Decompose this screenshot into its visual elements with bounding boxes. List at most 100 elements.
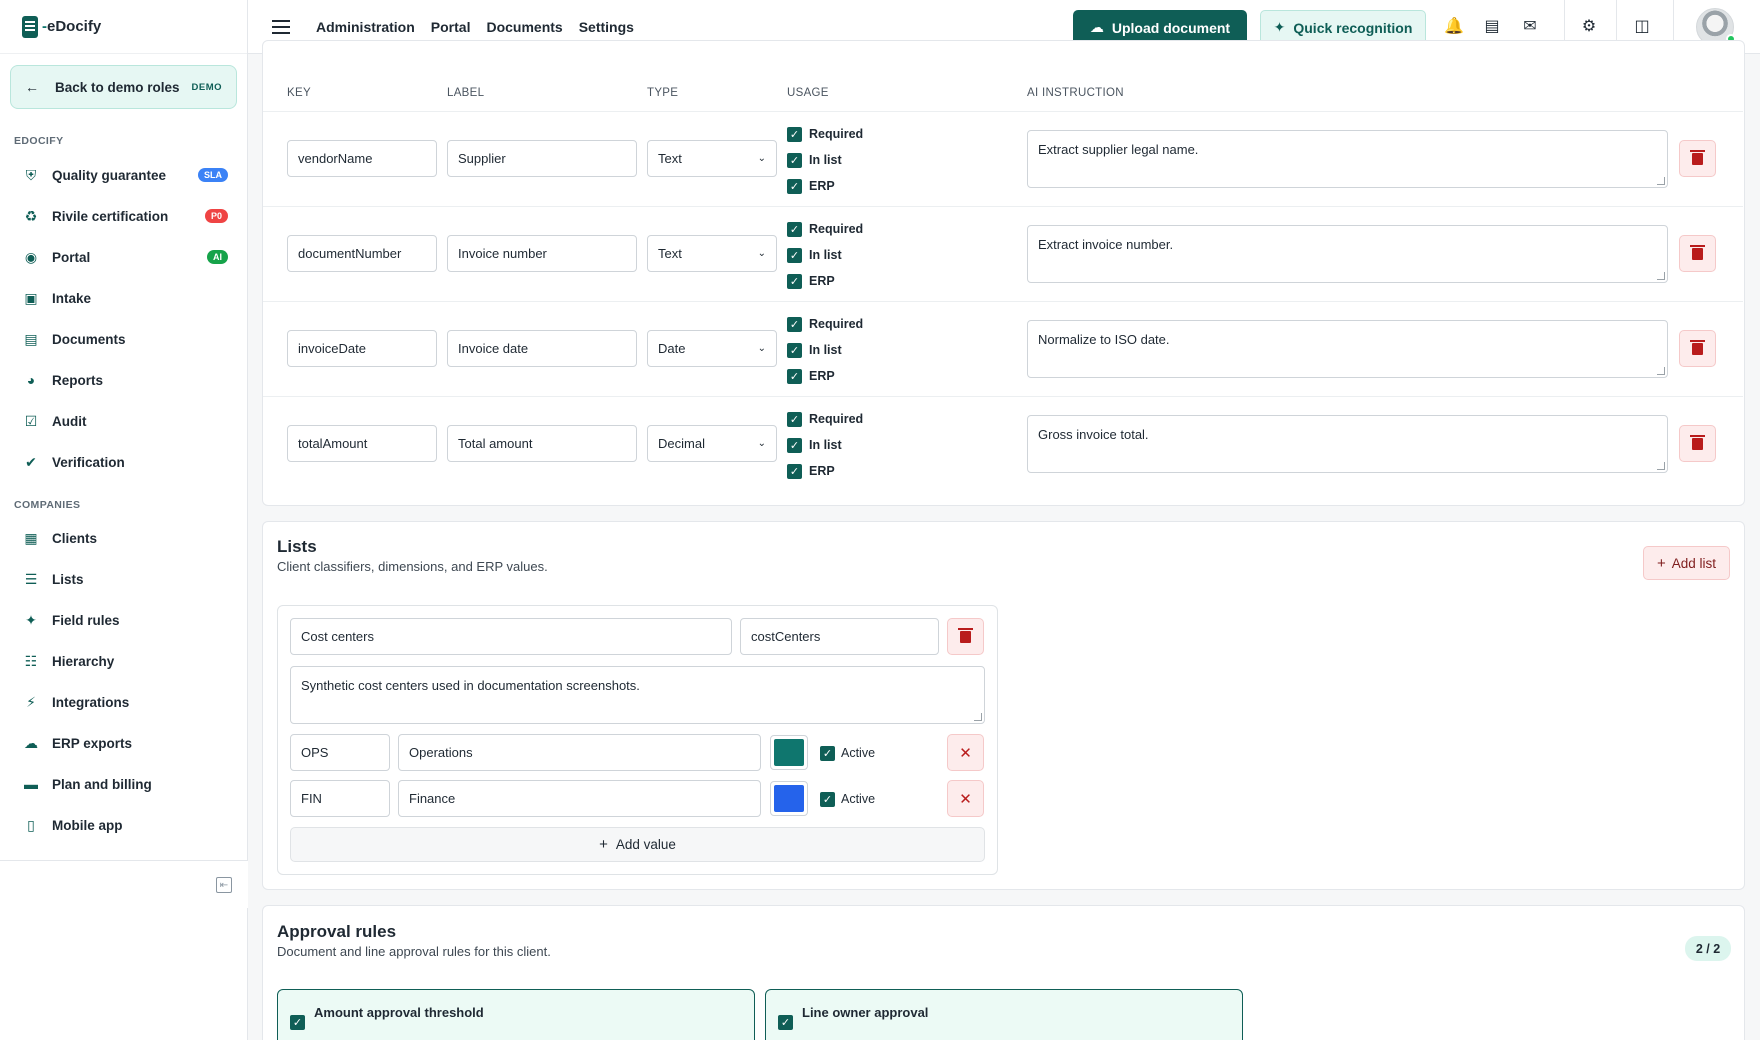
in-list-label: In list [809, 438, 842, 452]
lists-title: Lists [277, 537, 317, 556]
rule-enabled-checkbox[interactable]: ✓ [290, 1015, 305, 1030]
required-checkbox[interactable]: ✓ [787, 222, 802, 237]
field-label-input[interactable]: Invoice number [447, 235, 637, 272]
approval-rule-card[interactable]: ✓ Amount approval threshold [277, 989, 755, 1040]
approval-rule-card[interactable]: ✓ Line owner approval [765, 989, 1243, 1040]
remove-value-button[interactable]: ✕ [947, 734, 984, 771]
in-list-checkbox[interactable]: ✓ [787, 153, 802, 168]
trash-icon [1690, 434, 1705, 450]
delete-field-button[interactable] [1679, 140, 1716, 177]
value-name-input[interactable]: Operations [398, 734, 761, 771]
remove-value-button[interactable]: ✕ [947, 780, 984, 817]
erp-checkbox[interactable]: ✓ [787, 179, 802, 194]
active-checkbox[interactable]: ✓ [820, 792, 835, 807]
id-card-icon[interactable]: ◫ [1632, 16, 1652, 36]
sidebar-item-mobile-app[interactable]: ▯ Mobile app [22, 810, 228, 840]
sidebar-item-intake[interactable]: ▣ Intake [22, 283, 228, 313]
gear-icon[interactable]: ⚙ [1579, 16, 1599, 36]
active-label: Active [841, 746, 876, 760]
sidebar-item-quality-guarantee[interactable]: ⛨ Quality guarantee SLA [22, 160, 228, 190]
field-key-input[interactable]: vendorName [287, 140, 437, 177]
plus-icon: + [599, 836, 608, 853]
field-key-input[interactable]: invoiceDate [287, 330, 437, 367]
field-label-input[interactable]: Invoice date [447, 330, 637, 367]
value-color-picker[interactable] [770, 781, 808, 816]
required-checkbox[interactable]: ✓ [787, 412, 802, 427]
ai-instruction-textarea[interactable]: Gross invoice total. [1027, 415, 1668, 473]
add-list-button[interactable]: + Add list [1643, 546, 1730, 580]
sidebar-item-documents[interactable]: ▤ Documents [22, 324, 228, 354]
file-icon[interactable]: ▤ [1482, 16, 1502, 36]
erp-checkbox[interactable]: ✓ [787, 464, 802, 479]
brand[interactable]: -eDocify [0, 0, 247, 54]
plug-icon: ⚡ [26, 693, 36, 710]
sidebar-item-reports[interactable]: ◕ Reports [22, 365, 228, 395]
sidebar-item-portal[interactable]: ◉ Portal AI [22, 242, 228, 272]
active-checkbox[interactable]: ✓ [820, 746, 835, 761]
rule-enabled-checkbox[interactable]: ✓ [778, 1015, 793, 1030]
sidebar-item-rivile-certification[interactable]: ♻ Rivile certification P0 [22, 201, 228, 231]
delete-field-button[interactable] [1679, 235, 1716, 272]
erp-checkbox[interactable]: ✓ [787, 274, 802, 289]
sidebar-item-lists[interactable]: ☰ Lists [22, 564, 228, 594]
column-header-type: TYPE [647, 87, 679, 99]
ai-instruction-textarea[interactable]: Extract invoice number. [1027, 225, 1668, 283]
p0-badge: P0 [204, 209, 228, 223]
sidebar-item-hierarchy[interactable]: ☷ Hierarchy [22, 646, 228, 676]
nav-settings[interactable]: Settings [579, 19, 634, 35]
value-code-input[interactable]: OPS [290, 734, 390, 771]
list-name-input[interactable]: Cost centers [290, 618, 732, 655]
ai-instruction-textarea[interactable]: Normalize to ISO date. [1027, 320, 1668, 378]
column-header-ai-instruction: AI INSTRUCTION [1027, 87, 1124, 99]
required-checkbox[interactable]: ✓ [787, 127, 802, 142]
field-type-select[interactable]: Text ⌄ [647, 140, 777, 177]
field-key-input[interactable]: totalAmount [287, 425, 437, 462]
sidebar-item-field-rules[interactable]: ✦ Field rules [22, 605, 228, 635]
menu-icon[interactable] [272, 19, 290, 34]
top-nav: Administration Portal Documents Settings [316, 19, 634, 35]
approval-rules-subtitle: Document and line approval rules for thi… [277, 944, 551, 959]
envelope-open-icon[interactable]: ✉ [1520, 16, 1540, 36]
field-label-input[interactable]: Supplier [447, 140, 637, 177]
rule-name: Amount approval threshold [314, 1005, 484, 1020]
row-divider [263, 396, 1743, 397]
sidebar-item-erp-exports[interactable]: ☁ ERP exports [22, 728, 228, 758]
sidebar-item-audit[interactable]: ☑ Audit [22, 406, 228, 436]
column-header-key: KEY [287, 87, 311, 99]
chevron-down-icon: ⌄ [757, 248, 766, 259]
row-divider [263, 206, 1743, 207]
value-name-input[interactable]: Finance [398, 780, 761, 817]
collapse-sidebar-icon[interactable]: ⇤ [216, 877, 232, 893]
in-list-checkbox[interactable]: ✓ [787, 343, 802, 358]
nav-portal[interactable]: Portal [431, 19, 471, 35]
ai-instruction-textarea[interactable]: Extract supplier legal name. [1027, 130, 1668, 188]
bell-icon[interactable]: 🔔 [1444, 16, 1464, 36]
back-to-demo-roles-button[interactable]: ← Back to demo roles DEMO [10, 65, 237, 109]
row-divider [263, 111, 1743, 112]
erp-checkbox[interactable]: ✓ [787, 369, 802, 384]
value-color-picker[interactable] [770, 735, 808, 770]
in-list-checkbox[interactable]: ✓ [787, 438, 802, 453]
sidebar-item-clients[interactable]: ▦ Clients [22, 523, 228, 553]
value-code-input[interactable]: FIN [290, 780, 390, 817]
cloud-upload-icon: ☁ [1089, 19, 1104, 35]
field-type-select[interactable]: Text ⌄ [647, 235, 777, 272]
field-type-select[interactable]: Decimal ⌄ [647, 425, 777, 462]
delete-field-button[interactable] [1679, 330, 1716, 367]
in-list-label: In list [809, 248, 842, 262]
sidebar-item-integrations[interactable]: ⚡ Integrations [22, 687, 228, 717]
field-label-input[interactable]: Total amount [447, 425, 637, 462]
list-description-textarea[interactable]: Synthetic cost centers used in documenta… [290, 666, 985, 724]
field-key-input[interactable]: documentNumber [287, 235, 437, 272]
delete-list-button[interactable] [947, 618, 984, 655]
field-type-select[interactable]: Date ⌄ [647, 330, 777, 367]
sidebar-item-verification[interactable]: ✔ Verification [22, 447, 228, 477]
nav-documents[interactable]: Documents [486, 19, 562, 35]
list-key-input[interactable]: costCenters [740, 618, 939, 655]
add-value-button[interactable]: + Add value [290, 827, 985, 862]
delete-field-button[interactable] [1679, 425, 1716, 462]
sidebar-item-plan-and-billing[interactable]: ▬ Plan and billing [22, 769, 228, 799]
in-list-checkbox[interactable]: ✓ [787, 248, 802, 263]
nav-administration[interactable]: Administration [316, 19, 415, 35]
required-checkbox[interactable]: ✓ [787, 317, 802, 332]
